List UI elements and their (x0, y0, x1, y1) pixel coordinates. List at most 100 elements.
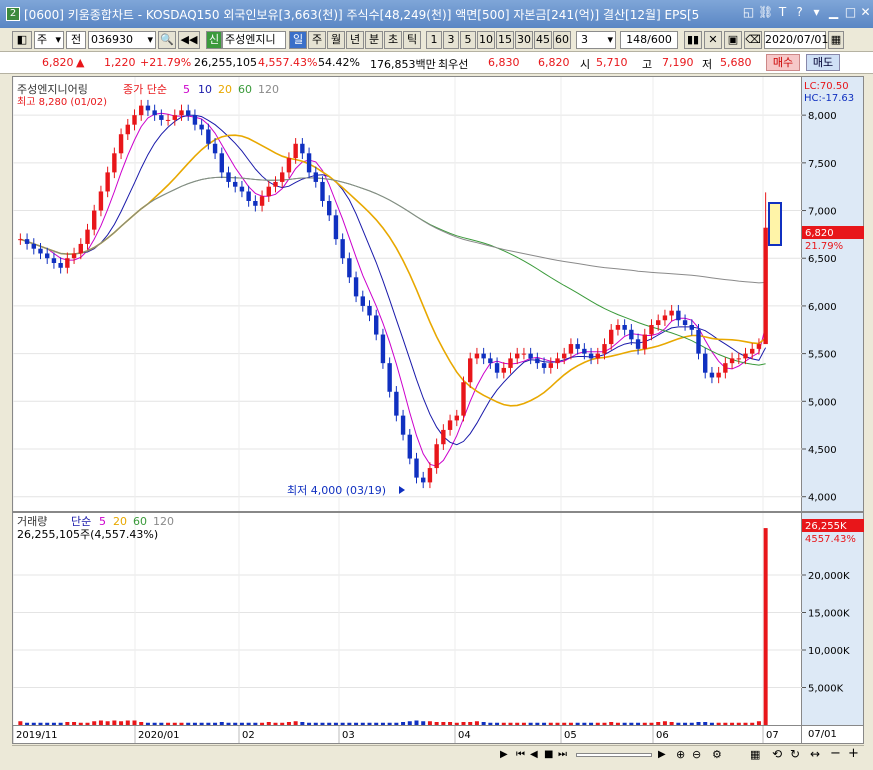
volume-bar (743, 722, 748, 725)
min-60[interactable]: 60 (553, 31, 571, 49)
scroll-prev-icon[interactable]: ⏮ (516, 749, 525, 760)
volume-bar (683, 722, 688, 725)
scroll-next-icon[interactable]: ⏭ (558, 749, 567, 760)
vol-ma60-label: 60 (133, 515, 147, 528)
period-type-select[interactable]: 주 ▾ (34, 31, 64, 49)
volume-bar (589, 722, 594, 725)
candle-body (649, 325, 654, 335)
volume-bar (414, 720, 419, 725)
tick-value-select[interactable]: 3 ▾ (576, 31, 616, 49)
volume-bar (239, 722, 244, 725)
split-icon[interactable]: ↔ (810, 747, 820, 761)
plus-icon[interactable]: + (848, 746, 859, 761)
candle-body (716, 372, 721, 378)
date-input[interactable]: 2020/07/01 (764, 31, 828, 49)
tab-second[interactable]: 초 (384, 31, 402, 49)
close-icon[interactable]: ✕ (858, 5, 873, 20)
candle-body (407, 434, 412, 459)
tab-month[interactable]: 월 (327, 31, 345, 49)
candle-body (427, 468, 433, 483)
new-badge: 신 (206, 31, 222, 49)
cross-icon[interactable]: ✕ (704, 31, 722, 49)
volume-bar (199, 722, 204, 725)
volume-bar (58, 722, 63, 725)
settings-icon[interactable]: ⚙ (712, 748, 722, 761)
volume-bar (575, 722, 580, 725)
calendar-icon[interactable]: ▦ (828, 31, 844, 49)
min-3[interactable]: 3 (443, 31, 459, 49)
candle-body (78, 243, 83, 254)
restore-icon[interactable]: ◱ (741, 5, 756, 20)
min-45[interactable]: 45 (534, 31, 552, 49)
candle-body (226, 172, 231, 182)
clear-icon[interactable]: ⌫ (744, 31, 762, 49)
layout-icon[interactable]: ◧ (12, 31, 32, 49)
volume-bar (488, 722, 493, 725)
tab-tick[interactable]: 틱 (403, 31, 421, 49)
open: 5,710 (596, 56, 628, 69)
low-arrow-icon (399, 486, 405, 494)
scroll-back-icon[interactable]: ◀ (530, 749, 538, 760)
help-icon[interactable]: ? (792, 5, 807, 20)
restore-chart-icon[interactable]: ↻ (790, 747, 800, 761)
font-icon[interactable]: T (775, 5, 790, 20)
window-titlebar[interactable]: 2 [0600] 키움종합차트 - KOSDAQ150 외국인보유[3,663(… (0, 0, 873, 28)
volume-bar (38, 722, 43, 725)
search-icon[interactable]: 🔍 (158, 31, 176, 49)
candle-body (615, 325, 621, 330)
volume-bar (394, 722, 399, 725)
save-icon[interactable]: ▣ (724, 31, 742, 49)
maximize-icon[interactable]: □ (843, 5, 858, 20)
tab-minute[interactable]: 분 (365, 31, 383, 49)
volume-pane[interactable]: 거래량 단순 5 20 60 120 26,255,105주(4,557.43%… (12, 512, 803, 726)
change-up-icon: ▲ (76, 56, 85, 69)
volume-axis[interactable]: 26,255K 4557.43% 20,000K 15,000K 10,000K 5,… (802, 512, 864, 726)
min-30[interactable]: 30 (515, 31, 533, 49)
grid-icon[interactable]: ▦ (750, 748, 760, 761)
min-10[interactable]: 10 (477, 31, 495, 49)
tab-day[interactable]: 일 (289, 31, 307, 49)
turnover: 54.42% (318, 56, 360, 69)
price-pane[interactable]: 주성엔지니어링 종가 단순 5 10 20 60 120 최고 8,280 (0… (12, 76, 803, 512)
code-input[interactable]: 036930 ▾ (88, 31, 156, 49)
candle-icon[interactable]: ▮▮ (684, 31, 702, 49)
candle-body (461, 382, 466, 416)
scroll-right-icon[interactable]: ▶ (658, 749, 666, 760)
sell-button[interactable]: 매도 (806, 54, 840, 71)
min-15[interactable]: 15 (496, 31, 514, 49)
chevron-down-icon: ▾ (147, 33, 153, 46)
stock-name: 주성엔지니 (222, 31, 286, 49)
volume-bar (421, 721, 426, 725)
candle-body (669, 310, 674, 316)
min-5[interactable]: 5 (460, 31, 476, 49)
reset-icon[interactable]: ⟲ (772, 747, 782, 761)
candle-body (112, 153, 117, 173)
sound-icon[interactable]: ◀◀ (178, 31, 200, 49)
scroll-first-icon[interactable]: ▶ (500, 749, 508, 760)
tab-week[interactable]: 주 (308, 31, 326, 49)
price-axis[interactable]: LC:70.50 HC:-17.63 6,820 21.79% 8,000 7,5… (802, 76, 864, 512)
zoom-slider[interactable] (576, 753, 652, 757)
buy-button[interactable]: 매수 (766, 54, 800, 71)
volume-bar (333, 722, 338, 725)
minimize-icon[interactable]: ▁ (826, 5, 841, 20)
candle-body (736, 358, 741, 360)
tab-year[interactable]: 년 (346, 31, 364, 49)
candle-body (212, 143, 218, 154)
candle-body (92, 210, 97, 230)
volume-bar (72, 722, 77, 725)
period-type-value: 주 (37, 33, 48, 46)
zoom-in-icon[interactable]: ⊕ (676, 748, 685, 761)
candle-body (85, 229, 90, 244)
candle-body (179, 110, 184, 116)
dropdown-icon[interactable]: ▾ (809, 5, 824, 20)
stop-icon[interactable]: ■ (544, 749, 553, 760)
market-select[interactable]: 전 (66, 31, 86, 49)
min-1[interactable]: 1 (426, 31, 442, 49)
volume-bar (555, 722, 560, 725)
link-icon[interactable]: ⛓ (758, 5, 773, 20)
volume-bar (313, 722, 318, 725)
minus-icon[interactable]: − (830, 746, 841, 761)
zoom-out-icon[interactable]: ⊖ (692, 748, 701, 761)
volume-bar (360, 722, 365, 725)
